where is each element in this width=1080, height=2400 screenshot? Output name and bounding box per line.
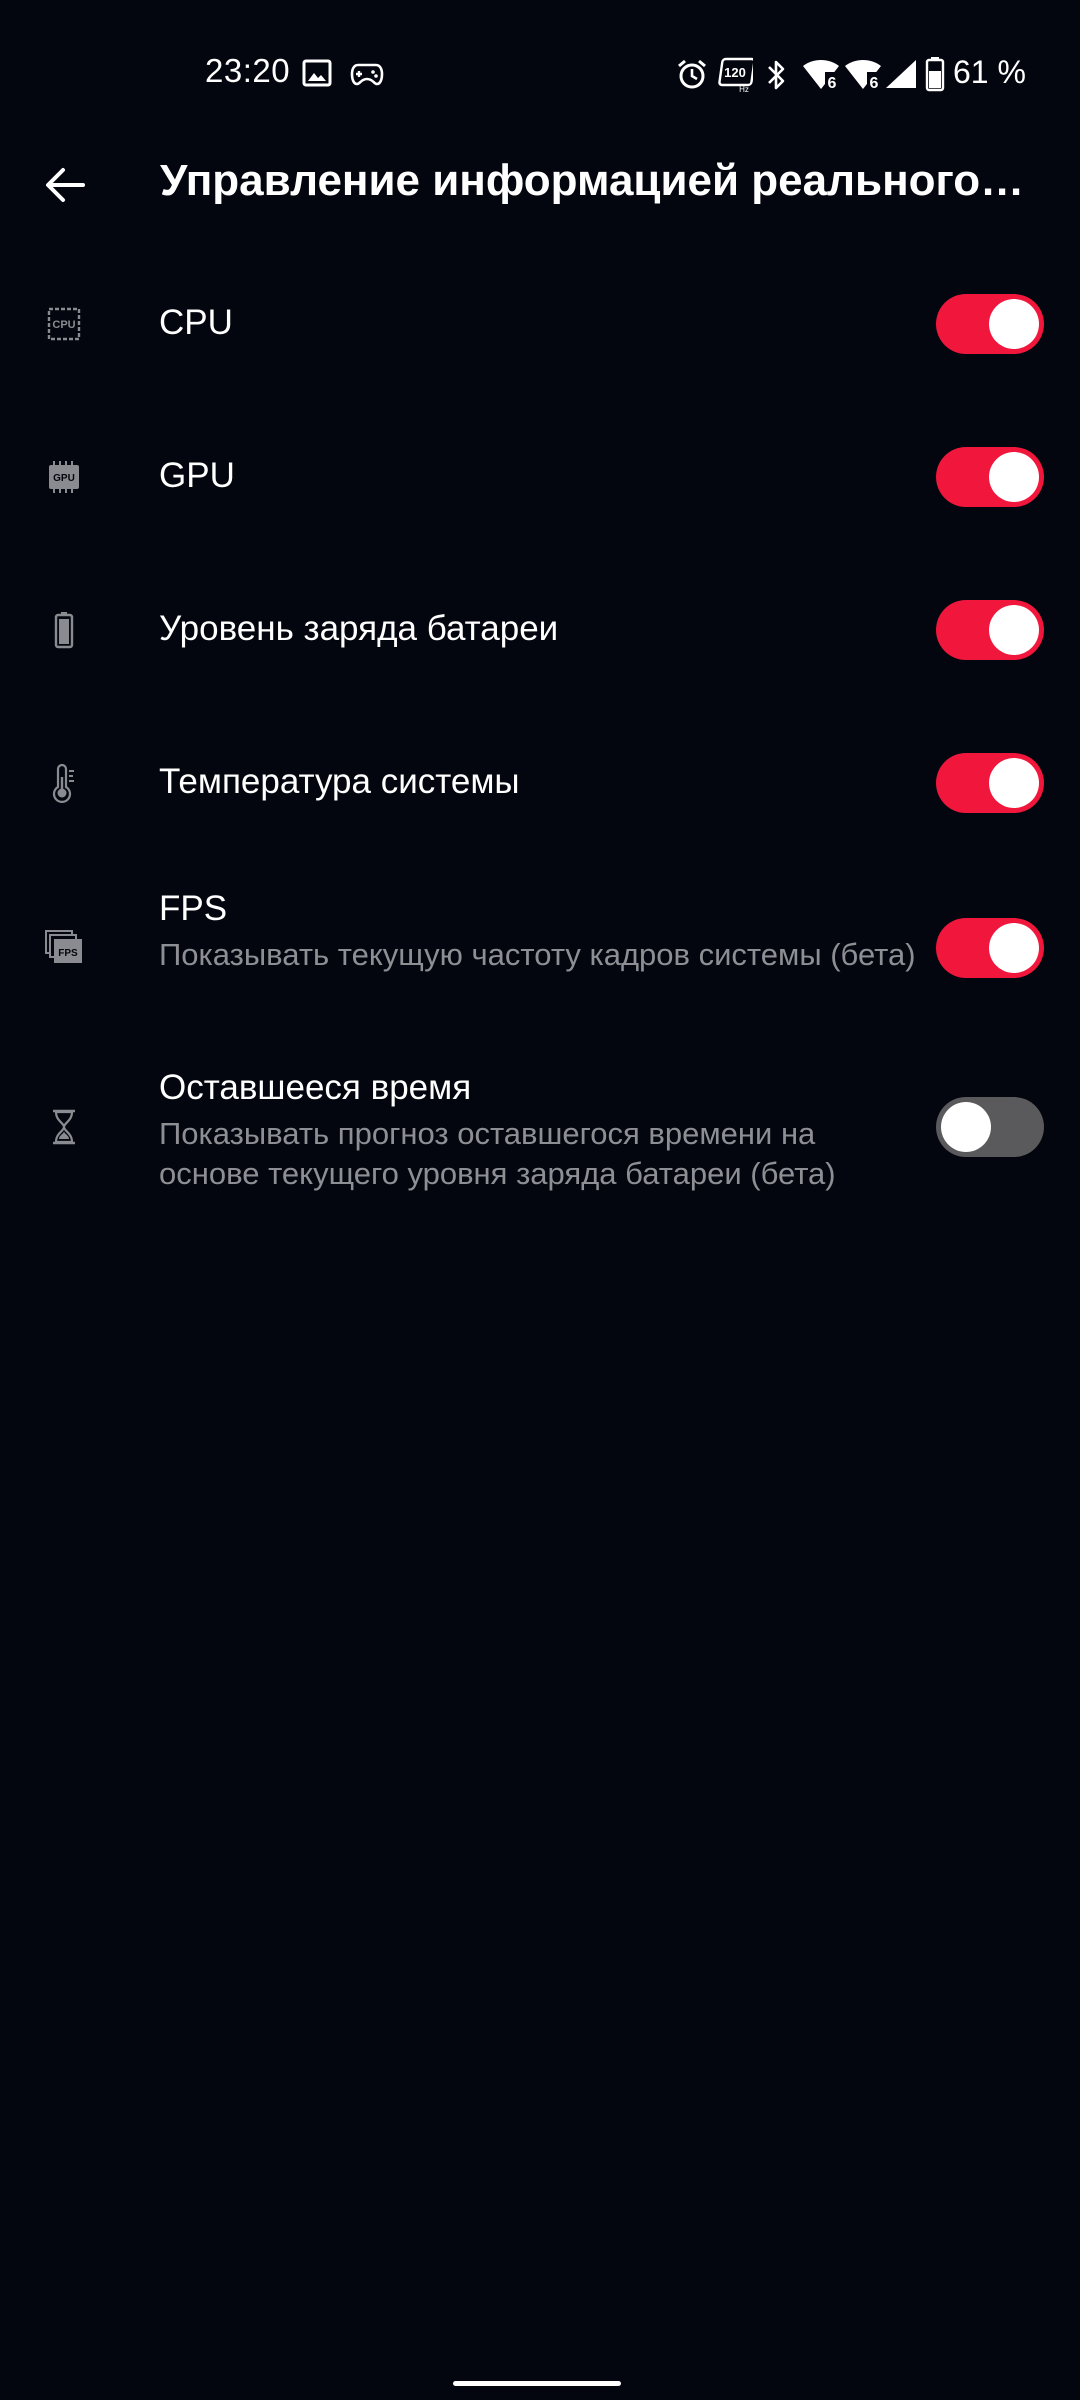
thermometer-icon	[44, 763, 84, 803]
cpu-icon: CPU	[44, 304, 84, 344]
cpu-toggle[interactable]	[936, 294, 1044, 354]
setting-row-cpu[interactable]: CPU CPU	[0, 260, 1080, 390]
toggle-knob	[989, 923, 1039, 973]
refresh-rate-unit: Hz	[739, 85, 749, 93]
setting-text: Температура системы	[159, 760, 919, 804]
page-title: Управление информацией реального…	[160, 156, 1025, 205]
setting-title: Уровень заряда батареи	[159, 609, 559, 648]
refresh-rate-value: 120	[724, 65, 746, 80]
setting-text: Оставшееся время Показывать прогноз оста…	[159, 1066, 919, 1194]
toggle-knob	[989, 605, 1039, 655]
status-bar: 23:20 120 Hz 6 6 61 %	[0, 0, 1080, 150]
setting-text: Уровень заряда батареи	[159, 607, 919, 651]
wifi-badge: 6	[828, 75, 837, 92]
toggle-knob	[941, 1102, 991, 1152]
wifi-6-secondary-icon: 6	[843, 58, 883, 92]
battery-percent: 61 %	[953, 54, 1026, 90]
remaining-time-toggle[interactable]	[936, 1097, 1044, 1157]
setting-title: Температура системы	[159, 762, 520, 801]
setting-text: FPS Показывать текущую частоту кадров си…	[159, 887, 919, 975]
setting-title: CPU	[159, 303, 233, 342]
fps-toggle[interactable]	[936, 918, 1044, 978]
back-button[interactable]	[30, 150, 100, 220]
setting-title: GPU	[159, 456, 235, 495]
system-temperature-toggle[interactable]	[936, 753, 1044, 813]
setting-summary: Показывать прогноз оставшегося времени н…	[159, 1116, 836, 1191]
battery-level-toggle[interactable]	[936, 600, 1044, 660]
setting-summary: Показывать текущую частоту кадров систем…	[159, 937, 916, 972]
fps-icon-label: FPS	[58, 948, 78, 959]
setting-row-remaining-time[interactable]: Оставшееся время Показывать прогноз оста…	[0, 1051, 1080, 1211]
cpu-icon-label: CPU	[52, 319, 75, 331]
refresh-rate-icon: 120 Hz	[717, 57, 753, 93]
gesture-navigation-bar[interactable]	[453, 2381, 621, 2386]
bluetooth-icon	[764, 58, 788, 92]
setting-title: Оставшееся время	[159, 1068, 472, 1107]
battery-icon	[925, 56, 945, 92]
setting-row-gpu[interactable]: GPU GPU	[0, 413, 1080, 543]
gpu-icon: GPU	[44, 457, 84, 497]
gamepad-notification-icon	[350, 60, 384, 94]
toggle-knob	[989, 299, 1039, 349]
setting-row-battery-level[interactable]: Уровень заряда батареи	[0, 566, 1080, 696]
cell-signal-icon	[882, 58, 918, 92]
app-bar: Управление информацией реального…	[0, 130, 1080, 240]
battery-level-icon	[44, 610, 84, 650]
setting-row-system-temperature[interactable]: Температура системы	[0, 719, 1080, 849]
status-time: 23:20	[205, 52, 291, 89]
toggle-knob	[989, 452, 1039, 502]
setting-text: CPU	[159, 301, 919, 345]
fps-icon: FPS	[44, 927, 84, 967]
setting-row-fps[interactable]: FPS FPS Показывать текущую частоту кадро…	[0, 872, 1080, 1032]
image-notification-icon	[302, 58, 332, 92]
wifi-6-icon: 6	[801, 58, 841, 92]
toggle-knob	[989, 758, 1039, 808]
back-arrow-icon	[46, 168, 85, 202]
wifi-badge-secondary: 6	[870, 75, 879, 92]
gpu-toggle[interactable]	[936, 447, 1044, 507]
gpu-icon-label: GPU	[53, 473, 75, 484]
setting-title: FPS	[159, 889, 228, 928]
alarm-icon	[676, 58, 708, 92]
setting-text: GPU	[159, 454, 919, 498]
hourglass-icon	[44, 1107, 84, 1147]
